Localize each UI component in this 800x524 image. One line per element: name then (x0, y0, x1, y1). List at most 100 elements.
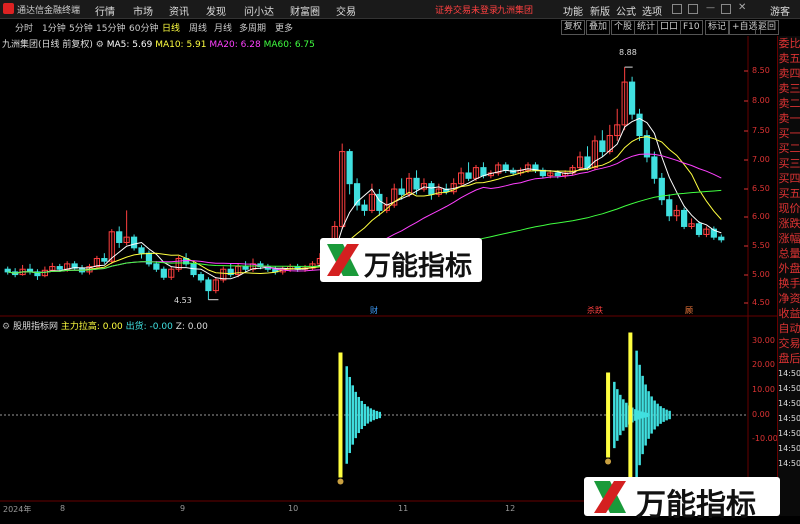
candle-body (116, 231, 123, 243)
candle-body (160, 268, 167, 278)
side-item[interactable]: 买四 (778, 171, 800, 186)
side-item[interactable]: 买三 (778, 156, 800, 171)
indicator-spike-bar (354, 391, 357, 439)
indicator-spike-bar (613, 381, 616, 449)
indicator-spike-bar (653, 400, 656, 430)
indicator-coin-icon (337, 478, 344, 485)
ind-tick: -10.00 (752, 434, 778, 443)
ma20-label: MA20: 6.28 (209, 40, 261, 50)
candle-body (398, 188, 405, 195)
indicator-spike-bar (662, 408, 665, 422)
stock-name: 九洲集团(日线 前复权) (2, 40, 93, 50)
side-item[interactable]: 卖二 (778, 96, 800, 111)
side-item[interactable]: 买一 (778, 126, 800, 141)
candle-body (361, 204, 368, 211)
candle-body (599, 140, 606, 153)
candle-body (4, 268, 11, 273)
candle-body (651, 156, 658, 179)
side-item[interactable]: 卖五 (778, 51, 800, 66)
event-marker[interactable]: 财 (370, 305, 378, 316)
indicator-spike-bar (378, 411, 381, 419)
side-item[interactable]: 盘后 (778, 351, 800, 366)
ind-tick: 30.00 (752, 336, 775, 345)
side-item[interactable]: 涨幅 (778, 231, 800, 246)
quote-side-panel: 委比 卖五 卖四 卖三 卖二 卖一 买一 买二 买三 买四 买五 现价 涨跌 涨… (777, 36, 800, 516)
indicator-spike-bar (616, 389, 619, 441)
indicator-legend: ⚙ 股朋指标网 主力拉高: 0.00 出货: -0.00 Z: 0.00 (2, 319, 208, 332)
candle-body (56, 266, 63, 270)
indicator-coin-icon (605, 458, 612, 465)
side-item[interactable]: 外盘 (778, 261, 800, 276)
candle-body (554, 172, 561, 177)
x-tick: 2024年 (3, 505, 32, 514)
price-tick: 7.50 (752, 126, 770, 135)
indicator-spike-bar (647, 391, 650, 439)
settings-icon[interactable]: ⚙ (96, 40, 104, 50)
indicator-spike-bar (606, 372, 611, 458)
x-tick: 11 (398, 504, 409, 513)
indicator-spike-bar (635, 350, 638, 480)
settings-icon[interactable]: ⚙ (2, 322, 10, 332)
x-tick: 12 (505, 504, 516, 513)
candle-body (153, 263, 160, 270)
candle-body (666, 199, 673, 217)
indicator-spike-bar (628, 332, 633, 498)
stock-legend: 九洲集团(日线 前复权) ⚙ MA5: 5.69 MA10: 5.91 MA20… (2, 37, 315, 50)
side-item: 14:50 (778, 414, 800, 423)
side-item[interactable]: 收益 (778, 306, 800, 321)
side-item[interactable]: 委比 (778, 36, 800, 51)
candle-body (242, 266, 249, 270)
side-item[interactable]: 交易 (778, 336, 800, 351)
candle-body (480, 167, 487, 177)
indicator-spike-bar (668, 410, 671, 420)
candle-body (718, 236, 725, 241)
side-item[interactable]: 卖三 (778, 81, 800, 96)
watermark-logo: 万能指标 (320, 238, 482, 282)
indicator-spike-bar (659, 406, 662, 424)
indicator-spike-bar (619, 394, 622, 436)
x-tick: 8 (60, 504, 66, 513)
side-item: 14:50 (778, 459, 800, 468)
indicator-z: Z: 0.00 (175, 322, 208, 332)
watermark-text: 万能指标 (364, 251, 472, 282)
side-item[interactable]: 总量 (778, 246, 800, 261)
candle-body (695, 223, 703, 235)
low-annotation: 4.53 (174, 296, 192, 305)
candle-body (502, 164, 509, 171)
indicator-spike-bar (638, 364, 641, 466)
candle-body (130, 236, 138, 249)
event-marker[interactable]: 杀跌 (587, 305, 603, 316)
candle-body (205, 279, 212, 292)
indicator-spike-bar (338, 352, 343, 478)
indicator-out: 出货: -0.00 (125, 322, 173, 332)
event-marker[interactable]: 顾 (685, 305, 693, 316)
side-item[interactable]: 净资 (778, 291, 800, 306)
ind-tick: 10.00 (752, 385, 775, 394)
candle-body (413, 177, 420, 190)
side-item[interactable]: 现价 (778, 201, 800, 216)
side-item[interactable]: 涨跌 (778, 216, 800, 231)
indicator-spike-bar (650, 396, 653, 434)
price-tick: 8.00 (752, 96, 770, 105)
watermark-icon (327, 244, 359, 276)
side-item: 14:50 (778, 369, 800, 378)
indicator-spike-bar (641, 375, 644, 455)
side-item[interactable]: 自动 (778, 321, 800, 336)
indicator-spike-bar (369, 408, 372, 422)
indicator-spike-bar (357, 396, 360, 434)
x-tick: 10 (288, 504, 299, 513)
ma60-label: MA60: 6.75 (263, 40, 315, 50)
indicator-spike-bar (366, 406, 369, 424)
side-item[interactable]: 买二 (778, 141, 800, 156)
side-item[interactable]: 卖一 (778, 111, 800, 126)
candle-body (346, 151, 353, 185)
side-item[interactable]: 换手 (778, 276, 800, 291)
indicator-spike-bar (345, 366, 348, 464)
price-tick: 4.50 (752, 298, 770, 307)
side-item: 14:50 (778, 444, 800, 453)
indicator-spike-bar (625, 402, 628, 428)
candle-body (428, 183, 435, 195)
side-item[interactable]: 卖四 (778, 66, 800, 81)
side-item[interactable]: 买五 (778, 186, 800, 201)
watermark-text: 万能指标 (636, 488, 756, 523)
